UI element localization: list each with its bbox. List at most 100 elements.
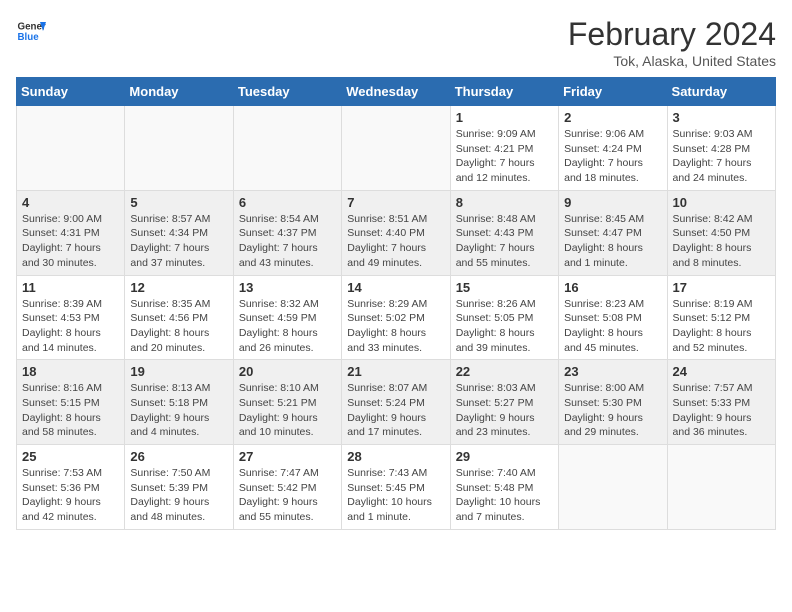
day-info: Sunrise: 8:48 AM Sunset: 4:43 PM Dayligh… (456, 212, 553, 271)
calendar-week-row: 4 Sunrise: 9:00 AM Sunset: 4:31 PM Daylig… (17, 190, 776, 275)
weekday-header-row: SundayMondayTuesdayWednesdayThursdayFrid… (17, 78, 776, 106)
calendar-cell: 5 Sunrise: 8:57 AM Sunset: 4:34 PM Daylig… (125, 190, 233, 275)
day-info: Sunrise: 8:03 AM Sunset: 5:27 PM Dayligh… (456, 381, 553, 440)
day-number: 27 (239, 449, 336, 464)
day-info: Sunrise: 8:07 AM Sunset: 5:24 PM Dayligh… (347, 381, 444, 440)
calendar-cell (125, 106, 233, 191)
day-number: 6 (239, 195, 336, 210)
day-number: 18 (22, 364, 119, 379)
calendar-cell: 15 Sunrise: 8:26 AM Sunset: 5:05 PM Dayli… (450, 275, 558, 360)
day-number: 2 (564, 110, 661, 125)
day-number: 29 (456, 449, 553, 464)
page-header: General Blue February 2024 Tok, Alaska, … (16, 16, 776, 69)
calendar-cell: 17 Sunrise: 8:19 AM Sunset: 5:12 PM Dayli… (667, 275, 775, 360)
day-number: 3 (673, 110, 770, 125)
calendar-cell: 14 Sunrise: 8:29 AM Sunset: 5:02 PM Dayli… (342, 275, 450, 360)
day-number: 15 (456, 280, 553, 295)
calendar-cell: 28Sunrise: 7:43 AM Sunset: 5:45 PM Dayli… (342, 445, 450, 530)
calendar-cell (342, 106, 450, 191)
day-number: 5 (130, 195, 227, 210)
weekday-header-wednesday: Wednesday (342, 78, 450, 106)
day-number: 16 (564, 280, 661, 295)
calendar-cell: 3 Sunrise: 9:03 AM Sunset: 4:28 PM Daylig… (667, 106, 775, 191)
day-number: 19 (130, 364, 227, 379)
day-number: 20 (239, 364, 336, 379)
calendar-table: SundayMondayTuesdayWednesdayThursdayFrid… (16, 77, 776, 530)
day-info: Sunrise: 7:40 AM Sunset: 5:48 PM Dayligh… (456, 466, 553, 525)
logo: General Blue (16, 16, 46, 46)
calendar-cell: 20 Sunrise: 8:10 AM Sunset: 5:21 PM Dayli… (233, 360, 341, 445)
day-number: 12 (130, 280, 227, 295)
day-info: Sunrise: 9:06 AM Sunset: 4:24 PM Dayligh… (564, 127, 661, 186)
day-info: Sunrise: 8:26 AM Sunset: 5:05 PM Dayligh… (456, 297, 553, 356)
calendar-cell: 19 Sunrise: 8:13 AM Sunset: 5:18 PM Dayli… (125, 360, 233, 445)
day-number: 24 (673, 364, 770, 379)
day-number: 1 (456, 110, 553, 125)
day-info: Sunrise: 9:09 AM Sunset: 4:21 PM Dayligh… (456, 127, 553, 186)
day-info: Sunrise: 8:35 AM Sunset: 4:56 PM Dayligh… (130, 297, 227, 356)
calendar-week-row: 25Sunrise: 7:53 AM Sunset: 5:36 PM Dayli… (17, 445, 776, 530)
day-number: 26 (130, 449, 227, 464)
day-info: Sunrise: 8:13 AM Sunset: 5:18 PM Dayligh… (130, 381, 227, 440)
day-number: 23 (564, 364, 661, 379)
day-number: 28 (347, 449, 444, 464)
day-info: Sunrise: 7:50 AM Sunset: 5:39 PM Dayligh… (130, 466, 227, 525)
day-info: Sunrise: 9:00 AM Sunset: 4:31 PM Dayligh… (22, 212, 119, 271)
calendar-cell: 23 Sunrise: 8:00 AM Sunset: 5:30 PM Dayli… (559, 360, 667, 445)
month-title: February 2024 (568, 16, 776, 53)
day-number: 8 (456, 195, 553, 210)
calendar-cell: 18 Sunrise: 8:16 AM Sunset: 5:15 PM Dayli… (17, 360, 125, 445)
logo-icon: General Blue (16, 16, 46, 46)
calendar-cell: 6 Sunrise: 8:54 AM Sunset: 4:37 PM Daylig… (233, 190, 341, 275)
calendar-cell: 29 Sunrise: 7:40 AM Sunset: 5:48 PM Dayli… (450, 445, 558, 530)
day-number: 7 (347, 195, 444, 210)
day-info: Sunrise: 8:16 AM Sunset: 5:15 PM Dayligh… (22, 381, 119, 440)
day-info: Sunrise: 8:23 AM Sunset: 5:08 PM Dayligh… (564, 297, 661, 356)
calendar-cell: 2 Sunrise: 9:06 AM Sunset: 4:24 PM Daylig… (559, 106, 667, 191)
calendar-week-row: 1 Sunrise: 9:09 AM Sunset: 4:21 PM Daylig… (17, 106, 776, 191)
day-number: 4 (22, 195, 119, 210)
day-info: Sunrise: 7:57 AM Sunset: 5:33 PM Dayligh… (673, 381, 770, 440)
day-info: Sunrise: 8:10 AM Sunset: 5:21 PM Dayligh… (239, 381, 336, 440)
calendar-cell: 13Sunrise: 8:32 AM Sunset: 4:59 PM Dayli… (233, 275, 341, 360)
svg-text:Blue: Blue (18, 32, 40, 43)
weekday-header-saturday: Saturday (667, 78, 775, 106)
location: Tok, Alaska, United States (568, 53, 776, 69)
calendar-cell (667, 445, 775, 530)
calendar-cell: 26 Sunrise: 7:50 AM Sunset: 5:39 PM Dayli… (125, 445, 233, 530)
calendar-cell: 11Sunrise: 8:39 AM Sunset: 4:53 PM Dayli… (17, 275, 125, 360)
day-info: Sunrise: 8:54 AM Sunset: 4:37 PM Dayligh… (239, 212, 336, 271)
day-info: Sunrise: 9:03 AM Sunset: 4:28 PM Dayligh… (673, 127, 770, 186)
calendar-cell (17, 106, 125, 191)
weekday-header-tuesday: Tuesday (233, 78, 341, 106)
calendar-cell: 16 Sunrise: 8:23 AM Sunset: 5:08 PM Dayli… (559, 275, 667, 360)
day-number: 14 (347, 280, 444, 295)
weekday-header-friday: Friday (559, 78, 667, 106)
calendar-cell: 8 Sunrise: 8:48 AM Sunset: 4:43 PM Daylig… (450, 190, 558, 275)
day-info: Sunrise: 8:00 AM Sunset: 5:30 PM Dayligh… (564, 381, 661, 440)
calendar-cell: 22 Sunrise: 8:03 AM Sunset: 5:27 PM Dayli… (450, 360, 558, 445)
calendar-cell: 4 Sunrise: 9:00 AM Sunset: 4:31 PM Daylig… (17, 190, 125, 275)
day-number: 13 (239, 280, 336, 295)
calendar-cell: 21Sunrise: 8:07 AM Sunset: 5:24 PM Dayli… (342, 360, 450, 445)
calendar-cell: 24 Sunrise: 7:57 AM Sunset: 5:33 PM Dayli… (667, 360, 775, 445)
calendar-cell: 12 Sunrise: 8:35 AM Sunset: 4:56 PM Dayli… (125, 275, 233, 360)
day-info: Sunrise: 8:19 AM Sunset: 5:12 PM Dayligh… (673, 297, 770, 356)
day-info: Sunrise: 8:29 AM Sunset: 5:02 PM Dayligh… (347, 297, 444, 356)
weekday-header-sunday: Sunday (17, 78, 125, 106)
title-block: February 2024 Tok, Alaska, United States (568, 16, 776, 69)
day-number: 22 (456, 364, 553, 379)
calendar-cell: 10Sunrise: 8:42 AM Sunset: 4:50 PM Dayli… (667, 190, 775, 275)
day-info: Sunrise: 8:45 AM Sunset: 4:47 PM Dayligh… (564, 212, 661, 271)
day-info: Sunrise: 8:57 AM Sunset: 4:34 PM Dayligh… (130, 212, 227, 271)
day-number: 17 (673, 280, 770, 295)
calendar-cell: 1 Sunrise: 9:09 AM Sunset: 4:21 PM Daylig… (450, 106, 558, 191)
day-info: Sunrise: 8:51 AM Sunset: 4:40 PM Dayligh… (347, 212, 444, 271)
calendar-week-row: 11Sunrise: 8:39 AM Sunset: 4:53 PM Dayli… (17, 275, 776, 360)
calendar-week-row: 18 Sunrise: 8:16 AM Sunset: 5:15 PM Dayli… (17, 360, 776, 445)
calendar-cell: 9Sunrise: 8:45 AM Sunset: 4:47 PM Daylig… (559, 190, 667, 275)
day-info: Sunrise: 8:42 AM Sunset: 4:50 PM Dayligh… (673, 212, 770, 271)
day-info: Sunrise: 7:53 AM Sunset: 5:36 PM Dayligh… (22, 466, 119, 525)
calendar-cell: 27Sunrise: 7:47 AM Sunset: 5:42 PM Dayli… (233, 445, 341, 530)
calendar-cell (233, 106, 341, 191)
